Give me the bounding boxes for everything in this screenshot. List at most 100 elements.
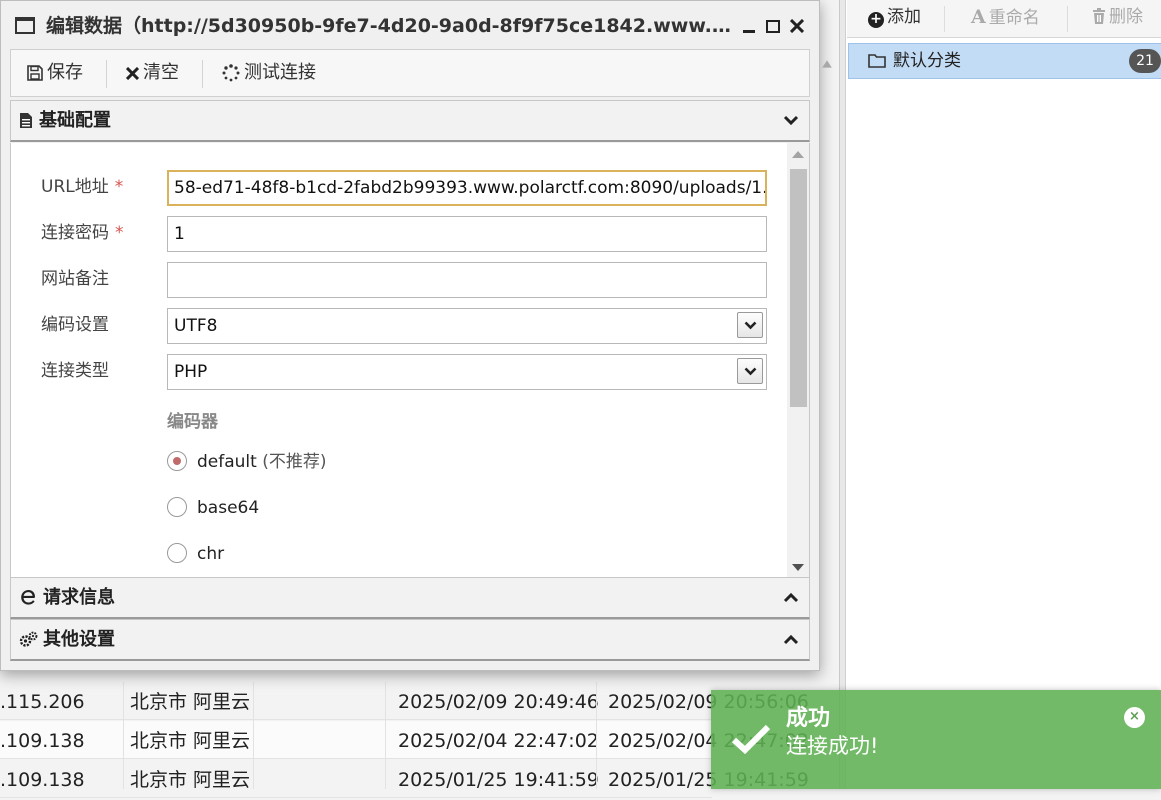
category-panel: + 添加 A 重命名 删除 默认分类 21 xyxy=(839,0,1161,789)
password-label: 连接密码 * xyxy=(41,215,124,251)
radio-note: (不推荐) xyxy=(262,452,327,472)
spinner-icon xyxy=(222,64,240,82)
floppy-disk-icon xyxy=(27,65,43,81)
connection-type-label: 连接类型 xyxy=(41,361,109,381)
close-icon xyxy=(789,18,805,34)
encoding-select[interactable]: UTF8 xyxy=(167,308,767,344)
radio-label: default xyxy=(197,452,257,472)
table-cell-ip: .109.138 xyxy=(0,769,85,791)
checkmark-icon xyxy=(731,724,771,754)
table-row[interactable]: .109.138 北京市 阿里云 2025/01/25 19:41:59 202… xyxy=(0,760,809,798)
section-title: 其他设置 xyxy=(43,629,115,650)
dialog-titlebar[interactable]: 编辑数据（http://5d30950b-9fe7-4d20-9a0d-8f9f… xyxy=(1,1,819,49)
add-label: 添加 xyxy=(887,7,921,27)
table-cell-ip: .115.206 xyxy=(0,691,85,713)
section-request-info-header[interactable]: 请求信息 xyxy=(10,577,810,619)
chevron-up-icon xyxy=(783,634,799,645)
url-label: URL地址 * xyxy=(41,169,123,205)
trash-icon xyxy=(1092,2,1106,36)
encoder-option-chr[interactable]: chr xyxy=(167,541,224,567)
toast-title: 成功 xyxy=(786,706,831,731)
table-row[interactable]: .115.206 北京市 阿里云 2025/02/09 20:49:46 202… xyxy=(0,682,809,720)
form-scrollbar[interactable] xyxy=(787,143,809,579)
section-basic-config-header[interactable]: 基础配置 xyxy=(10,100,810,142)
category-item-default[interactable]: 默认分类 21 xyxy=(848,43,1161,79)
scrollbar-thumb[interactable] xyxy=(790,169,807,407)
toast-close-button[interactable]: × xyxy=(1124,707,1145,728)
section-title: 请求信息 xyxy=(43,587,115,608)
window-icon xyxy=(15,17,35,34)
chevron-up-icon xyxy=(783,592,799,603)
maximize-button[interactable] xyxy=(762,13,784,39)
note-input[interactable] xyxy=(167,262,767,298)
column-divider xyxy=(385,682,386,789)
rename-label: 重命名 xyxy=(988,8,1040,28)
chevron-down-icon xyxy=(744,367,757,376)
connection-type-value: PHP xyxy=(174,362,208,382)
panel-scroll-up-icon[interactable] xyxy=(821,55,833,73)
dialog-title: 编辑数据（http://5d30950b-9fe7-4d20-9a0d-8f9f… xyxy=(46,15,736,37)
radio-button[interactable] xyxy=(167,497,187,517)
radio-button[interactable] xyxy=(167,543,187,563)
column-divider xyxy=(123,682,124,789)
internet-explorer-icon xyxy=(21,590,35,605)
radio-label: base64 xyxy=(197,498,260,518)
encoding-label: 编码设置 xyxy=(41,315,109,335)
edit-data-dialog: 编辑数据（http://5d30950b-9fe7-4d20-9a0d-8f9f… xyxy=(0,0,820,671)
chevron-down-icon xyxy=(783,115,799,126)
table-cell-created: 2025/02/04 22:47:02 xyxy=(398,730,599,752)
scroll-down-arrow-icon[interactable] xyxy=(792,564,804,571)
required-marker: * xyxy=(115,223,124,243)
table-cell-created: 2025/01/25 19:41:59 xyxy=(398,769,599,791)
encoding-value: UTF8 xyxy=(174,316,218,336)
dropdown-button[interactable] xyxy=(737,358,763,384)
radio-button[interactable] xyxy=(167,451,187,471)
table-row[interactable]: .109.138 北京市 阿里云 2025/02/04 22:47:02 202… xyxy=(0,721,809,759)
success-toast: 成功 连接成功! × xyxy=(711,690,1161,789)
password-label-text: 连接密码 xyxy=(41,223,109,243)
add-category-button[interactable]: + 添加 xyxy=(868,0,921,36)
delete-label: 删除 xyxy=(1109,7,1143,27)
section-other-settings-header[interactable]: 其他设置 xyxy=(10,619,810,661)
encoder-option-default[interactable]: default (不推荐) xyxy=(167,449,327,475)
test-connection-label: 测试连接 xyxy=(244,62,316,83)
count-badge: 21 xyxy=(1129,49,1161,73)
chevron-down-icon xyxy=(744,321,757,330)
encoder-option-base64[interactable]: base64 xyxy=(167,495,259,521)
minimize-icon xyxy=(743,30,755,33)
minimize-button[interactable] xyxy=(738,13,760,39)
required-marker: * xyxy=(114,177,124,197)
connection-type-select[interactable]: PHP xyxy=(167,354,767,390)
rename-category-button[interactable]: A 重命名 xyxy=(971,0,1040,36)
category-label: 默认分类 xyxy=(893,51,961,71)
clear-label: 清空 xyxy=(143,62,179,83)
save-button[interactable]: 保存 xyxy=(27,50,83,96)
save-label: 保存 xyxy=(47,62,83,83)
radio-label: chr xyxy=(197,544,225,564)
url-input[interactable]: 58-ed71-48f8-b1cd-2fabd2b99393.www.polar… xyxy=(167,170,767,206)
font-icon: A xyxy=(971,6,986,28)
password-input[interactable]: 1 xyxy=(167,216,767,252)
gears-icon xyxy=(19,631,38,647)
table-cell-location: 北京市 阿里云 xyxy=(130,691,251,713)
note-label: 网站备注 xyxy=(41,269,109,289)
test-connection-button[interactable]: 测试连接 xyxy=(222,50,316,96)
table-cell-ip: .109.138 xyxy=(0,730,85,752)
table-cell-location: 北京市 阿里云 xyxy=(130,730,251,752)
category-toolbar: + 添加 A 重命名 删除 xyxy=(847,0,1161,38)
close-button[interactable] xyxy=(786,13,808,39)
column-divider xyxy=(596,682,597,789)
scroll-up-arrow-icon[interactable] xyxy=(792,151,804,158)
encoder-section-label: 编码器 xyxy=(167,412,218,432)
toolbar-separator xyxy=(202,60,203,88)
delete-category-button[interactable]: 删除 xyxy=(1092,0,1143,36)
dialog-toolbar: 保存 清空 测试连接 xyxy=(10,49,810,97)
panel-splitter[interactable] xyxy=(840,0,846,789)
clear-button[interactable]: 清空 xyxy=(126,50,179,96)
column-divider xyxy=(253,682,254,789)
dropdown-button[interactable] xyxy=(737,312,763,338)
document-icon xyxy=(20,113,32,128)
toolbar-separator xyxy=(106,60,107,88)
plus-circle-icon: + xyxy=(868,12,884,28)
table-cell-location: 北京市 阿里云 xyxy=(130,769,251,791)
